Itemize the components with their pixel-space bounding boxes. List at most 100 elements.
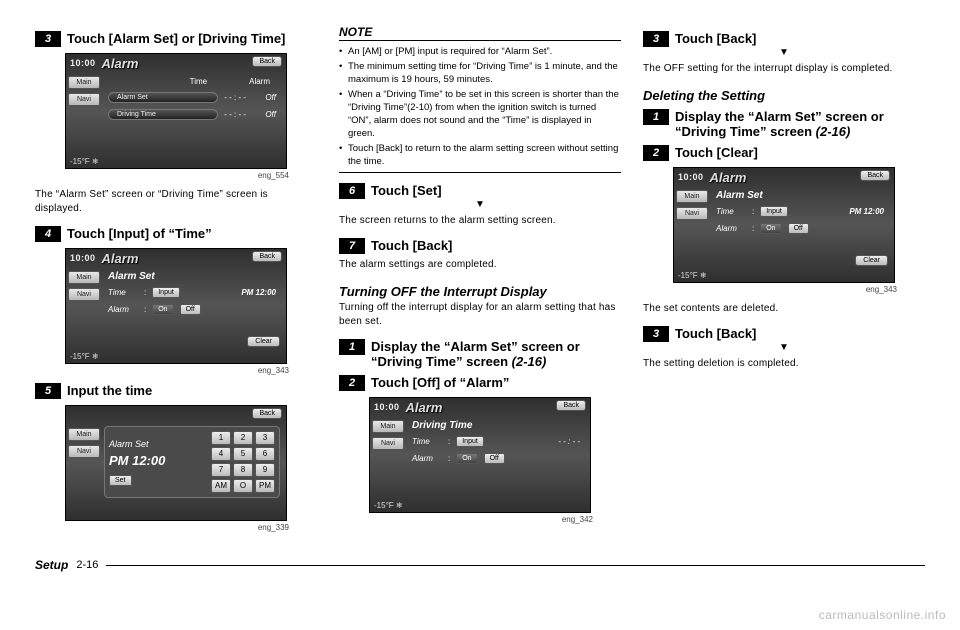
down-arrow-icon: ▼ [643,342,925,353]
note-list: An [AM] or [PM] input is required for “A… [339,45,621,168]
set-button[interactable]: Set [109,475,132,486]
body-text: The “Alarm Set” screen or “Driving Time”… [35,188,317,216]
panel-title: Alarm Set [104,269,280,284]
step-text: Touch [Set] [371,183,442,198]
note-item: When a “Driving Time” to be set in this … [339,88,621,140]
navi-button[interactable]: Navi [372,437,404,450]
main-button[interactable]: Main [372,420,404,433]
input-button[interactable]: Input [456,436,484,447]
down-arrow-icon: ▼ [643,47,925,58]
body-text: The set contents are deleted. [643,302,925,316]
clear-button[interactable]: Clear [247,336,280,347]
numeric-keypad: 1 2 3 4 5 6 7 8 9 AM O PM [211,431,275,493]
back-button[interactable]: Back [252,56,282,67]
col-time: Time [190,77,207,86]
step-badge: 7 [339,238,365,254]
navi-button[interactable]: Navi [68,445,100,458]
main-button[interactable]: Main [676,190,708,203]
navi-button[interactable]: Navi [68,288,100,301]
on-button[interactable]: On [456,453,477,464]
key-1[interactable]: 1 [211,431,231,445]
key-o[interactable]: O [233,479,253,493]
step-3: 3 Touch [Alarm Set] or [Driving Time] [35,31,317,47]
step-text: Display the “Alarm Set” screen or “Drivi… [675,109,925,139]
body-text: The OFF setting for the interrupt displa… [643,62,925,76]
screenshot-driving-time: 10:00 Alarm Back Main Navi Driving Time … [369,397,591,513]
off-button[interactable]: Off [180,304,201,315]
back-button[interactable]: Back [556,400,586,411]
time-readout: PM 12:00 [241,288,276,297]
screenshot-alarm-set: 10:00 Alarm Back Main Navi Alarm Set Tim… [65,248,287,364]
navi-button[interactable]: Navi [68,93,100,106]
main-button[interactable]: Main [68,428,100,441]
time-value: - - : - - [224,110,246,119]
step-text: Touch [Back] [675,31,756,46]
key-8[interactable]: 8 [233,463,253,477]
driving-time-row[interactable]: Driving Time [108,109,218,120]
column-1: 3 Touch [Alarm Set] or [Driving Time] 10… [35,25,317,540]
step-badge: 2 [339,375,365,391]
off-button[interactable]: Off [788,223,809,234]
caption: eng_339 [35,523,289,532]
time-label: Time [412,437,442,446]
input-button[interactable]: Input [152,287,180,298]
body-text: Turning off the interrupt display for an… [339,301,621,329]
step-text: Touch [Input] of “Time” [67,226,212,241]
main-button[interactable]: Main [68,76,100,89]
down-arrow-icon: ▼ [339,199,621,210]
step-text: Touch [Clear] [675,145,758,160]
alarm-label: Alarm [412,454,442,463]
back-button[interactable]: Back [252,251,282,262]
step-badge: 6 [339,183,365,199]
column-3: 3 Touch [Back] ▼ The OFF setting for the… [643,25,925,540]
step-badge: 3 [643,326,669,342]
step-text: Input the time [67,383,152,398]
clear-button[interactable]: Clear [855,255,888,266]
screen-title: Alarm [102,251,139,266]
step-1c: 1 Display the “Alarm Set” screen or “Dri… [643,109,925,139]
body-text: The setting deletion is completed. [643,357,925,371]
navi-button[interactable]: Navi [676,207,708,220]
step-4: 4 Touch [Input] of “Time” [35,226,317,242]
step-2c: 2 Touch [Clear] [643,145,925,161]
input-button[interactable]: Input [760,206,788,217]
alarm-set-row[interactable]: Alarm Set [108,92,218,103]
panel-title: Alarm Set [712,188,888,203]
caption: eng_343 [643,285,897,294]
clock: 10:00 [70,253,96,263]
clock: 10:00 [70,58,96,68]
panel-title: Driving Time [408,418,584,433]
key-4[interactable]: 4 [211,447,231,461]
key-am[interactable]: AM [211,479,231,493]
footer-section: Setup [35,558,68,572]
step-2b: 2 Touch [Off] of “Alarm” [339,375,621,391]
step-3c: 3 Touch [Back] [643,31,925,47]
step-text: Touch [Alarm Set] or [Driving Time] [67,31,285,46]
body-text: The screen returns to the alarm setting … [339,214,621,228]
main-button[interactable]: Main [68,271,100,284]
key-2[interactable]: 2 [233,431,253,445]
on-button[interactable]: On [760,223,781,234]
off-button[interactable]: Off [484,453,505,464]
key-pm[interactable]: PM [255,479,275,493]
note-item: An [AM] or [PM] input is required for “A… [339,45,621,58]
back-button[interactable]: Back [860,170,890,181]
page-footer: Setup 2-16 [35,558,925,572]
on-button[interactable]: On [152,304,173,315]
key-3[interactable]: 3 [255,431,275,445]
back-button[interactable]: Back [252,408,282,419]
screen-title: Alarm [710,170,747,185]
key-9[interactable]: 9 [255,463,275,477]
key-6[interactable]: 6 [255,447,275,461]
key-7[interactable]: 7 [211,463,231,477]
key-5[interactable]: 5 [233,447,253,461]
alarm-label: Alarm [108,305,138,314]
alarm-label: Alarm [716,224,746,233]
note-item: The minimum setting time for “Driving Ti… [339,60,621,86]
alarm-value: Off [252,110,276,119]
screenshot-alarm-set-clear: 10:00 Alarm Back Main Navi Alarm Set Tim… [673,167,895,283]
step-badge: 1 [339,339,365,355]
step-text: Touch [Off] of “Alarm” [371,375,509,390]
column-2: NOTE An [AM] or [PM] input is required f… [339,25,621,540]
subheading: Deleting the Setting [643,88,925,103]
